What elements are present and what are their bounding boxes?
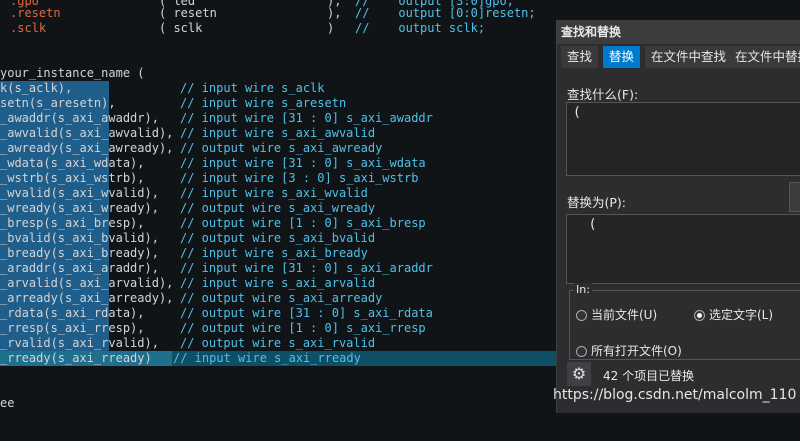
port-comment: // input wire [31 : 0] s_axi_wdata — [180, 156, 426, 170]
radio-button-selected[interactable] — [694, 310, 705, 321]
port-comment: // output wire [1 : 0] s_axi_bresp — [180, 216, 426, 230]
tab-replace[interactable]: 替换 — [603, 46, 641, 68]
port-connection: _rdata(s_axi_rdata), — [0, 306, 145, 320]
port-comment: // input wire s_axi_rready — [173, 351, 361, 365]
line-comment: // output [0:0]resetn; — [355, 6, 536, 20]
port-comment: // input wire [31 : 0] s_axi_awaddr — [180, 111, 433, 125]
port-comment: // input wire s_axi_wvalid — [180, 186, 368, 200]
tab-find-in-files[interactable]: 在文件中查找 — [645, 46, 733, 68]
radio-button[interactable] — [576, 310, 587, 321]
expression-builder-button[interactable] — [789, 182, 800, 212]
status-text: 42 个项目已替换 — [603, 369, 695, 383]
port-comment: // output wire s_axi_awready — [180, 141, 383, 155]
watermark-url: https://blog.csdn.net/malcolm_110 — [553, 387, 797, 403]
port-comment: // output wire s_axi_arready — [180, 291, 383, 305]
option-label: 选定文字(L) — [709, 308, 774, 322]
port-connection: _rready(s_axi_rready) — [0, 351, 152, 365]
port-connection: _awvalid(s_axi_awvalid), — [0, 126, 174, 140]
port-connection: _rresp(s_axi_rresp), — [0, 321, 145, 335]
tab-replace-in-files[interactable]: 在文件中替换 — [729, 46, 800, 68]
port-connection: _wready(s_axi_wready), — [0, 201, 159, 215]
scope-title: In: — [574, 283, 592, 296]
paren-close: ) — [327, 21, 335, 35]
port-connection: k(s_aclk), — [0, 81, 73, 95]
port-connection: _bresp(s_axi_bresp), — [0, 216, 145, 230]
replace-label: 替换为(P): — [567, 195, 627, 210]
port-connection: _wstrb(s_axi_wstrb), — [0, 171, 145, 185]
port-connection: _araddr(s_axi_araddr), — [0, 261, 159, 275]
option-label: 当前文件(U) — [591, 308, 658, 322]
gear-icon[interactable]: ⚙ — [567, 362, 591, 386]
option-selected-text[interactable]: 选定文字(L) — [694, 306, 773, 323]
port-connection: _bready(s_axi_bready), — [0, 246, 159, 260]
dialog-tabs: 查找 替换 在文件中查找 在文件中替换 — [557, 44, 800, 68]
line-comment: // output sclk; — [355, 21, 486, 35]
port-connection: _rvalid(s_axi_rvalid), — [0, 336, 159, 350]
find-replace-dialog: 查找和替换 查找 替换 在文件中查找 在文件中替换 查找什么(F): ( 替换为… — [556, 20, 800, 413]
dialog-title[interactable]: 查找和替换 — [557, 20, 800, 44]
code-fragment: ee — [0, 396, 15, 410]
port-connection: _wdata(s_axi_wdata), — [0, 156, 145, 170]
instance-name: your_instance_name ( — [0, 66, 145, 80]
port-connection: _bvalid(s_axi_bvalid), — [0, 231, 159, 245]
signal-name: ( sclk — [159, 21, 203, 35]
port-name: .sclk — [10, 21, 47, 35]
port-comment: // output wire s_axi_wready — [180, 201, 376, 215]
port-comment: // input wire [31 : 0] s_axi_araddr — [180, 261, 433, 275]
port-comment: // input wire [3 : 0] s_axi_wstrb — [180, 171, 419, 185]
port-comment: // input wire s_axi_arvalid — [180, 276, 376, 290]
port-comment: // output wire [31 : 0] s_axi_rdata — [180, 306, 433, 320]
port-comment: // input wire s_axi_bready — [180, 246, 368, 260]
option-label: 所有打开文件(O) — [591, 344, 682, 358]
port-comment: // input wire s_aresetn — [180, 96, 347, 110]
port-connection: _arvalid(s_axi_arvalid), — [0, 276, 174, 290]
port-comment: // output wire s_axi_rvalid — [180, 336, 376, 350]
port-name: .resetn — [10, 6, 61, 20]
port-connection: _awready(s_axi_awready), — [0, 141, 174, 155]
replace-input[interactable]: ( — [566, 214, 800, 284]
option-all-open-files[interactable]: 所有打开文件(O) — [576, 342, 682, 359]
find-input[interactable]: ( — [566, 102, 800, 176]
port-comment: // output wire [1 : 0] s_axi_rresp — [180, 321, 426, 335]
port-connection: setn(s_aresetn), — [0, 96, 116, 110]
port-connection: _arready(s_axi_arready), — [0, 291, 174, 305]
port-comment: // input wire s_aclk — [180, 81, 325, 95]
port-connection: _wvalid(s_axi_wvalid), — [0, 186, 159, 200]
radio-button[interactable] — [576, 346, 587, 357]
signal-name: ( resetn — [159, 6, 217, 20]
option-current-file[interactable]: 当前文件(U) — [576, 306, 657, 323]
port-comment: // output wire s_axi_bvalid — [180, 231, 376, 245]
paren-close: ), — [327, 6, 342, 20]
port-comment: // input wire s_axi_awvalid — [180, 126, 376, 140]
code-line: .resetn ( resetn ), // output [0:0]reset… — [0, 6, 800, 21]
tab-find[interactable]: 查找 — [561, 46, 599, 68]
port-connection: _awaddr(s_axi_awaddr), — [0, 111, 159, 125]
find-label: 查找什么(F): — [567, 87, 639, 102]
